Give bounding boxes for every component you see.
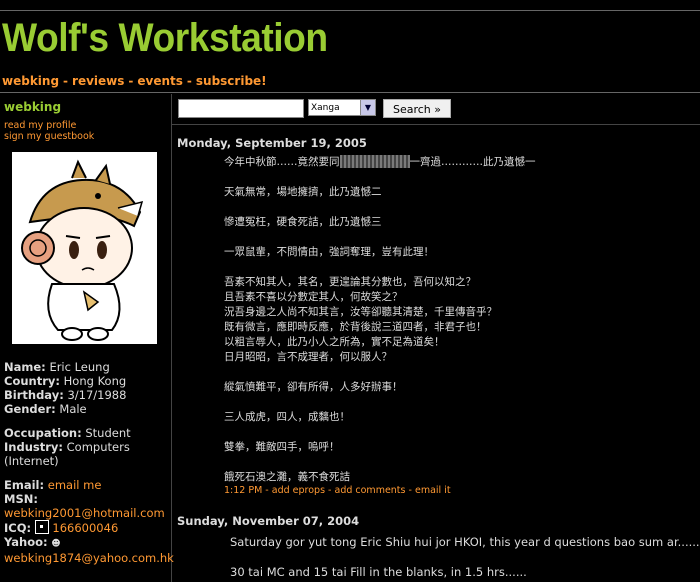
search-scope-value: Xanga [311,103,340,113]
profile-industry-row: Industry: Computers (Internet) [4,440,172,468]
sidebar-links: read my profile sign my guestbook [4,120,94,142]
entry-paragraph: 雙拳，難敵四手，嗚呼！ [224,441,340,453]
email-label: Email: [4,478,45,492]
entry-time-link[interactable]: 1:12 PM [224,485,262,496]
entry-date: Monday, September 19, 2005 [177,136,367,150]
entry-paragraph: 三人成虎，四人，成黐也！ [224,411,350,423]
main-content: Xanga ▼ Search » Monday, September 19, 2… [172,94,700,582]
email-me-link[interactable]: email me [48,478,102,492]
profile-msn-row: MSN: [4,492,172,506]
yahoo-link[interactable]: webking1874@yahoo.com.hk [4,551,174,565]
nav-rule [0,92,700,93]
profile-yahoo-row: Yahoo: ☻ [4,535,172,551]
profile-email-row: Email: email me [4,478,172,492]
profile-yahoo-value-row: webking1874@yahoo.com.hk [4,551,174,565]
profile-name-row: Name: Eric Leung [4,360,172,374]
entry-line: Saturday gor yut tong Eric Shiu hui jor … [230,535,700,549]
entry-line: 況吾身邊之人尚不知其言，汝等卻聽其清楚，千里傳音乎？ [224,306,497,318]
entry-line: 以粗言辱人，此乃小人之所為，實不足為道矣！ [224,336,445,348]
occupation-value: Student [85,426,131,440]
top-nav: webking - reviews - events - subscribe! [2,74,267,88]
nav-separator: - [128,74,134,88]
search-button[interactable]: Search » [383,99,451,118]
entry-paragraph: 餓死石澳之灘，義不食死詰 [224,471,350,483]
entry-paragraph: 天氣無常，場地擁擠，此乃遺憾二 [224,186,382,198]
profile-occupation-row: Occupation: Student [4,426,172,440]
industry-label: Industry: [4,440,63,454]
icq-label: ICQ: [4,521,32,535]
blog-entry-body: 今年中秋節……竟然要同 一齊過…………此乃遺憾一 天氣無常，場地擁擠，此乃遺憾二 … [224,155,684,500]
entry-paragraph: 慘遭冤枉，硬食死詰，此乃遺憾三 [224,216,382,228]
email-it-link[interactable]: email it [415,485,451,496]
nav-webking[interactable]: webking [2,74,59,88]
occupation-label: Occupation: [4,426,82,440]
sign-guestbook-link[interactable]: sign my guestbook [4,131,94,142]
profile-basic: Name: Eric Leung Country: Hong Kong Birt… [4,360,172,416]
sidebar: webking read my profile sign my guestboo… [0,94,174,582]
redacted-text [339,155,410,168]
entry-line: 30 tai MC and 15 tai Fill in the blanks,… [230,565,527,579]
nav-subscribe[interactable]: subscribe! [196,74,267,88]
avatar [12,152,157,344]
search-scope-select[interactable]: Xanga ▼ [308,99,376,116]
header-rule [0,10,700,11]
country-label: Country: [4,374,60,388]
chevron-down-icon[interactable]: ▼ [360,100,375,115]
country-value: Hong Kong [63,374,127,388]
nav-events[interactable]: events [137,74,183,88]
profile-contact: Email: email me MSN: webking2001@hotmail… [4,478,174,565]
entry-line: 既有微言，應即時反應，於背後說三道四者，非君子也！ [224,321,487,333]
birthday-label: Birthday: [4,388,64,402]
entry-paragraph: 今年中秋節……竟然要同 一齊過…………此乃遺憾一 [224,155,684,170]
msn-link[interactable]: webking2001@hotmail.com [4,506,165,520]
entry-text: 今年中秋節……竟然要同 [224,156,340,168]
name-label: Name: [4,360,46,374]
entry-paragraph: 一眾鼠輩，不問情由，強詞奪理，豈有此理！ [224,246,434,258]
nav-separator: - [186,74,192,88]
nav-separator: - [63,74,69,88]
profile-country-row: Country: Hong Kong [4,374,172,388]
icq-status-icon [34,520,49,534]
site-title: Wolf's Workstation [2,16,328,60]
wolf-hat-character-image [21,159,144,341]
add-comments-link[interactable]: add comments [335,485,406,496]
content-rule [172,124,700,125]
yahoo-status-icon: ☻ [51,539,61,549]
gender-label: Gender: [4,402,56,416]
yahoo-label: Yahoo: [4,535,48,549]
read-profile-link[interactable]: read my profile [4,120,94,131]
entry-paragraph: 吾素不知其人，其名，更遑論其分數也，吾何以知之？ 且吾素不喜以分數定其人，何故笑… [224,275,684,365]
sidebar-username: webking [4,100,62,114]
name-value: Eric Leung [49,360,110,374]
profile-birthday-row: Birthday: 3/17/1988 [4,388,172,402]
entry-line: 吾素不知其人，其名，更遑論其分數也，吾何以知之？ [224,276,476,288]
entry-footer: 1:12 PM - add eprops - add comments - em… [224,485,451,496]
gender-value: Male [59,402,87,416]
search-input[interactable] [178,99,304,118]
profile-work: Occupation: Student Industry: Computers … [4,426,172,468]
entry-line: 日月昭昭，言不成理者，何以服人？ [224,351,392,363]
birthday-value: 3/17/1988 [67,388,127,402]
nav-reviews[interactable]: reviews [72,74,124,88]
entry-paragraph: 縱氣憤難平，卻有所得，人多好辦事！ [224,381,403,393]
profile-icq-row: ICQ: 166600046 [4,520,172,535]
icq-link[interactable]: 166600046 [52,521,118,535]
profile-info: Name: Eric Leung Country: Hong Kong Birt… [4,360,174,565]
profile-gender-row: Gender: Male [4,402,172,416]
msn-label: MSN: [4,492,38,506]
entry-text: 一齊過…………此乃遺憾一 [409,156,536,168]
entry-date: Sunday, November 07, 2004 [177,514,360,528]
add-eprops-link[interactable]: add eprops [272,485,325,496]
profile-msn-value-row: webking2001@hotmail.com [4,506,172,520]
entry-line: 且吾素不喜以分數定其人，何故笑之？ [224,291,403,303]
